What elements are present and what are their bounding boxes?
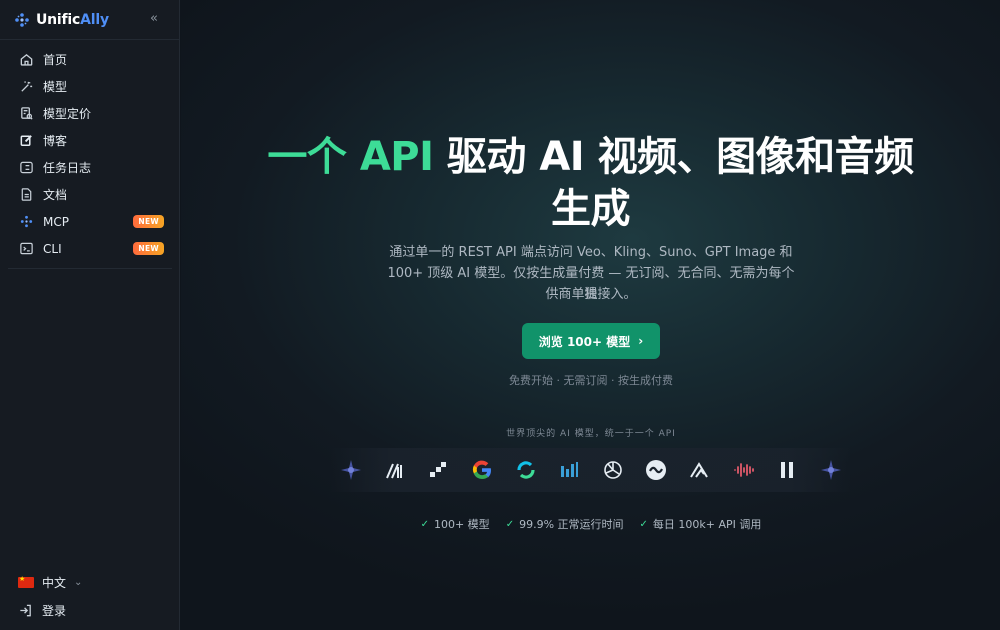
login-label: 登录 [42, 603, 67, 618]
browse-models-label: 浏览 100+ 模型 [538, 334, 631, 349]
bars-icon [555, 456, 583, 484]
sidebar: UnificAlly « 首页 模型 模型定价 博客 任务日志 文档 MCP N… [0, 0, 180, 630]
sidebar-item-mcp[interactable]: MCP NEW [8, 208, 172, 235]
language-label: 中文 [42, 575, 67, 590]
stat-item: ✓ 每日 100k+ API 调用 [639, 518, 762, 531]
sidebar-item-docs[interactable]: 文档 [8, 181, 172, 208]
new-badge: NEW [133, 215, 164, 228]
models-caption: 世界顶尖的 AI 模型，统一于一个 API [506, 429, 676, 439]
chevron-right-icon: › [638, 334, 644, 348]
sidebar-item-models[interactable]: 模型 [8, 73, 172, 100]
sidebar-item-label: 模型 [43, 80, 68, 94]
chevron-down-icon: ⌄ [74, 576, 83, 588]
list-icon [19, 160, 34, 175]
gemini-star-icon [337, 456, 365, 484]
sidebar-item-label: 文档 [43, 188, 68, 202]
main-content: 一个 API 驱动 AI 视频、图像和音频 生成 通过单一的 REST API … [181, 0, 1000, 630]
document-icon [19, 187, 34, 202]
cta-note: 免费开始 · 无需订阅 · 按生成付费 [509, 374, 673, 387]
brand-name: UnificAlly [36, 12, 109, 28]
login-button[interactable]: 登录 [18, 602, 66, 618]
stats-row: ✓ 100+ 模型 ✓ 99.9% 正常运行时间 ✓ 每日 100k+ API 调用 [331, 516, 851, 532]
wand-icon [19, 79, 34, 94]
audio-wave-icon [730, 456, 758, 484]
sidebar-item-label: MCP [43, 214, 69, 229]
check-icon: ✓ [505, 518, 515, 530]
hero-subtitle-line3: 供商单独接入。 [545, 287, 637, 302]
google-icon [468, 456, 496, 484]
wave-s-icon [642, 456, 670, 484]
midjourney-icon [381, 456, 409, 484]
stat-item: ✓ 99.9% 正常运行时间 [505, 518, 624, 531]
home-icon [19, 52, 34, 67]
terminal-icon [19, 241, 34, 256]
brand-logo[interactable]: UnificAlly [14, 10, 109, 30]
gemini-star-icon [817, 456, 845, 484]
language-selector[interactable]: 中文 ⌄ [18, 574, 82, 590]
pixel-icon [424, 456, 452, 484]
china-flag-icon [18, 575, 34, 588]
pause-icon [773, 456, 801, 484]
stat-item: ✓ 100+ 模型 [420, 518, 490, 531]
sidebar-item-label: CLI [43, 241, 62, 256]
sidebar-item-task-log[interactable]: 任务日志 [8, 154, 172, 181]
sidebar-item-blog[interactable]: 博客 [8, 127, 172, 154]
sidebar-item-pricing[interactable]: 模型定价 [8, 100, 172, 127]
provider-logo-strip [331, 448, 851, 492]
mountain-icon [686, 456, 714, 484]
sidebar-item-label: 模型定价 [43, 107, 92, 121]
login-icon [20, 604, 31, 616]
hero-title-line1: 一个 API 驱动 AI 视频、图像和音频 [267, 134, 914, 180]
sidebar-divider-nav [8, 268, 172, 269]
chevrons-left-icon: « [150, 11, 158, 26]
brand-mark-icon [15, 13, 29, 27]
hero-subtitle-line1: 通过单一的 REST API 端点访问 Veo、Kling、Suno、GPT I… [389, 245, 793, 260]
sidebar-nav: 首页 模型 模型定价 博客 任务日志 文档 MCP NEW CLI NEW [8, 46, 172, 262]
sidebar-divider-top [0, 39, 180, 40]
ring-icon [512, 456, 540, 484]
sidebar-item-home[interactable]: 首页 [8, 46, 172, 73]
sidebar-item-cli[interactable]: CLI NEW [8, 235, 172, 262]
pricing-icon [19, 106, 34, 121]
sidebar-item-label: 任务日志 [43, 161, 92, 175]
sidebar-item-label: 博客 [43, 134, 68, 148]
browse-models-button[interactable]: 浏览 100+ 模型 › [522, 323, 660, 359]
collapse-sidebar-button[interactable]: « [146, 10, 162, 28]
sidebar-item-label: 首页 [43, 53, 68, 67]
check-icon: ✓ [420, 518, 429, 530]
check-icon: ✓ [639, 518, 648, 530]
edit-icon [19, 133, 34, 148]
hero-title-line2: 生成 [551, 186, 631, 232]
mcp-icon [19, 214, 34, 229]
openai-icon [599, 456, 627, 484]
new-badge: NEW [133, 242, 164, 255]
